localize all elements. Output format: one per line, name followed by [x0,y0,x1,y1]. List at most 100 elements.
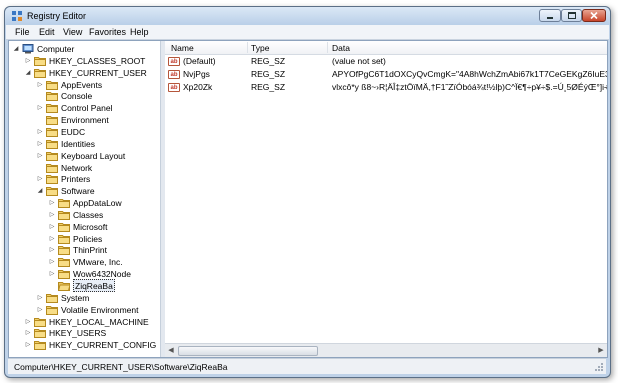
tree-node-label: HKEY_LOCAL_MACHINE [49,316,149,327]
window-title: Registry Editor [27,11,87,21]
expand-arrow-icon[interactable]: ▷ [36,79,44,91]
close-button[interactable] [582,9,606,22]
values-list[interactable]: Name Type Data ab (Default) REG_SZ (value n… [165,41,607,357]
tree-node-label: Control Panel [61,103,113,114]
column-divider[interactable] [247,42,248,53]
maximize-icon [567,12,576,19]
minimize-button[interactable] [539,9,561,22]
folder-icon [46,305,58,315]
minimize-icon [547,16,553,19]
maximize-button[interactable] [561,9,582,22]
folder-icon [58,234,70,244]
tree-node-label: Identities [61,138,96,149]
folder-icon [46,80,58,90]
folder-icon [46,116,58,126]
column-header-data[interactable]: Data [332,43,350,53]
folder-icon [58,222,70,232]
expand-arrow-icon[interactable]: ▷ [48,209,56,221]
folder-icon [58,246,70,256]
expand-arrow-icon[interactable]: ▷ [36,304,44,316]
menu-bar: File Edit View Favorites Help [6,25,609,40]
column-header-type[interactable]: Type [251,43,269,53]
expand-arrow-icon[interactable]: ▷ [48,197,56,209]
tree-node-label: EUDC [61,126,86,137]
expand-arrow-icon[interactable]: ▷ [36,126,44,138]
tree-node-label: VMware, Inc. [73,257,123,268]
expand-arrow-icon[interactable]: ▷ [48,233,56,245]
value-name: Xp20Zk [183,82,213,92]
expand-arrow-icon[interactable]: ▷ [36,138,44,150]
folder-icon [46,139,58,149]
value-data: (value not set) [332,56,386,66]
scroll-left-arrow[interactable]: ◀ [165,345,177,357]
registry-editor-icon [12,11,22,21]
folder-open-icon [58,282,70,291]
tree-node-label: HKEY_CURRENT_USER [49,67,147,78]
resize-grip-icon[interactable] [594,362,604,372]
expand-arrow-icon[interactable]: ▷ [24,55,32,67]
collapse-arrow-icon[interactable]: ◢ [36,185,44,197]
collapse-arrow-icon[interactable]: ◢ [24,67,32,79]
menu-view[interactable]: View [63,27,82,37]
tree-node-label: Environment [61,115,109,126]
tree-node-label: Microsoft [73,221,108,232]
expand-arrow-icon[interactable]: ▷ [48,221,56,233]
folder-icon [34,329,46,339]
folder-icon [34,68,46,78]
tree-node-label: HKEY_CLASSES_ROOT [49,55,146,66]
tree-node-label: AppEvents [61,79,103,90]
value-type: REG_SZ [251,56,286,66]
computer-icon [22,44,34,54]
folder-icon [58,210,70,220]
expand-arrow-icon[interactable]: ▷ [36,173,44,185]
tree-node-label: Printers [61,174,91,185]
menu-favorites[interactable]: Favorites [89,27,126,37]
collapse-arrow-icon[interactable]: ◢ [12,43,20,55]
folder-icon [58,270,70,280]
expand-arrow-icon[interactable]: ▷ [48,244,56,256]
folder-icon [46,163,58,173]
folder-icon [58,199,70,209]
tree-node-label: ZiqReaBa [73,279,115,292]
expand-arrow-icon[interactable]: ▷ [36,292,44,304]
value-name: (Default) [183,56,216,66]
tree-node-label: HKEY_CURRENT_CONFIG [49,340,157,351]
expand-arrow-icon[interactable]: ▷ [48,268,56,280]
value-data: APYOfPgC6T1dOXCyQvCmgK="4A8hWchZmAbi67k1… [332,69,607,79]
folder-icon [46,127,58,137]
tree-node-label: HKEY_USERS [49,328,107,339]
column-divider[interactable] [327,42,328,53]
tree-node-label: Volatile Environment [61,304,139,315]
tree-node-label: AppDataLow [73,198,122,209]
table-row[interactable]: ab (Default) REG_SZ (value not set) [165,55,607,68]
folder-icon [34,56,46,66]
folder-icon [46,293,58,303]
expand-arrow-icon[interactable]: ▷ [36,102,44,114]
table-row[interactable]: ab Xp20Zk REG_SZ vlxcô*y ß8~›R¦ÄÎ‡ztÖïMÄ,†F… [165,81,607,94]
tree-node-label: Classes [73,209,104,220]
menu-help[interactable]: Help [130,27,149,37]
table-row[interactable]: ab NvjPgs REG_SZ APYOfPgC6T1dOXCyQvCmgK="4A… [165,68,607,81]
folder-icon [46,175,58,185]
expand-arrow-icon[interactable]: ▷ [36,150,44,162]
expand-arrow-icon[interactable]: ▷ [24,339,32,351]
horizontal-scrollbar[interactable]: ◀ ▶ [165,343,607,357]
scroll-right-arrow[interactable]: ▶ [595,345,607,357]
scroll-thumb[interactable] [178,346,318,356]
tree-node-label: Policies [73,233,103,244]
value-name: NvjPgs [183,69,210,79]
folder-icon [46,151,58,161]
expand-arrow-icon[interactable]: ▷ [24,327,32,339]
expand-arrow-icon[interactable]: ▷ [24,316,32,328]
column-header-name[interactable]: Name [171,43,194,53]
folder-icon [46,187,58,197]
menu-file[interactable]: File [15,27,30,37]
expand-arrow-icon[interactable]: ▷ [48,256,56,268]
list-header: Name Type Data [165,41,607,55]
menu-edit[interactable]: Edit [39,27,55,37]
status-path: Computer\HKEY_CURRENT_USER\Software\ZiqR… [14,362,228,372]
title-bar[interactable]: Registry Editor [5,7,610,25]
string-value-icon: ab [168,70,180,79]
tree-node-label: Computer [37,44,75,54]
registry-key-tree[interactable]: ◢ Computer ▷ HKEY_CLASSES_ROOT ◢ HKEY_CURRENT… [9,41,161,357]
